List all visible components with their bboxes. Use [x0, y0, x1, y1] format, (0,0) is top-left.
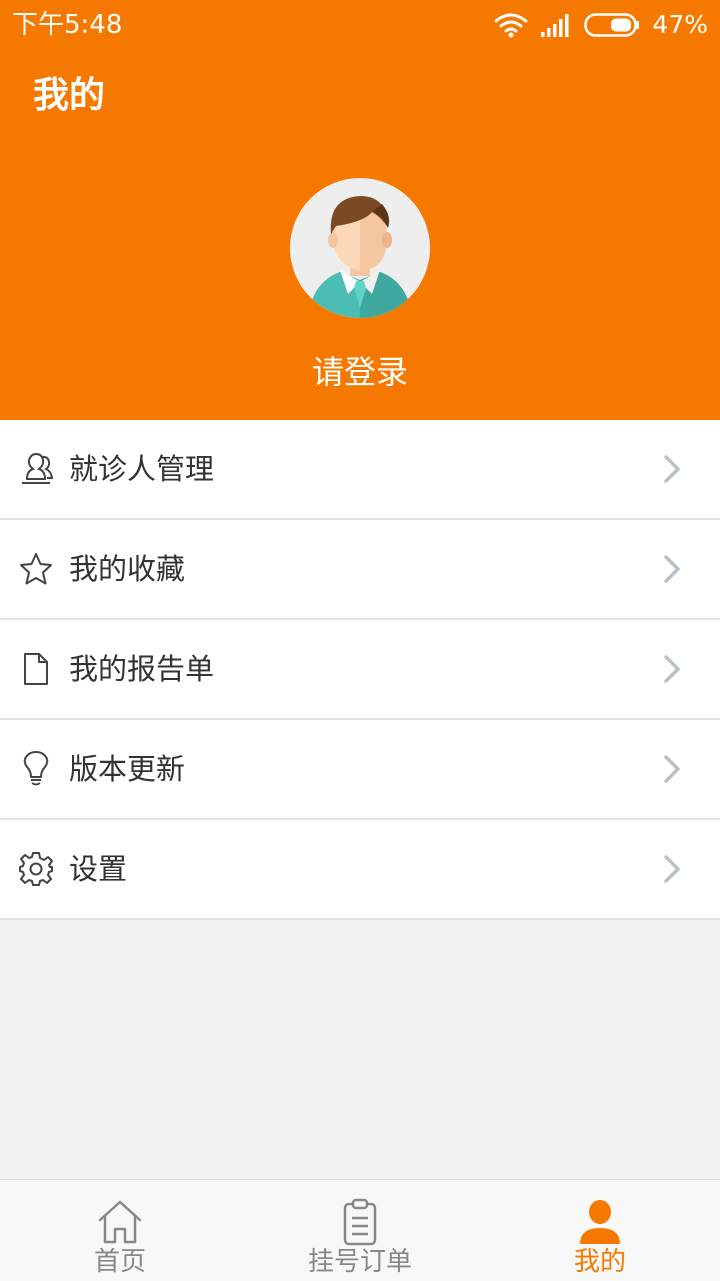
- menu-item-patient-management[interactable]: 就诊人管理: [0, 420, 720, 520]
- chevron-right-icon: [664, 455, 680, 483]
- menu-item-version-update[interactable]: 版本更新: [0, 720, 720, 820]
- menu-item-label: 我的报告单: [69, 652, 215, 686]
- wifi-icon: [494, 13, 528, 38]
- patients-icon: [22, 452, 54, 484]
- clipboard-icon: [343, 1198, 377, 1246]
- tab-label: 首页: [93, 1247, 146, 1277]
- menu-item-label: 设置: [69, 852, 128, 886]
- tab-mine[interactable]: 我的: [480, 1180, 720, 1281]
- profile-header: 下午5:48 47% 我的 请登录: [0, 0, 720, 420]
- menu-item-label: 我的收藏: [69, 552, 186, 586]
- battery-percentage: 47%: [652, 10, 708, 39]
- page-title: 我的: [33, 75, 106, 116]
- menu-item-label: 版本更新: [69, 752, 186, 786]
- avatar[interactable]: [290, 178, 430, 318]
- menu-item-label: 就诊人管理: [69, 452, 215, 486]
- tab-label: 挂号订单: [307, 1247, 412, 1277]
- signal-icon: [541, 14, 569, 37]
- menu-item-settings[interactable]: 设置: [0, 820, 720, 920]
- login-link[interactable]: 请登录: [0, 352, 720, 392]
- avatar-illustration: [290, 178, 430, 318]
- tab-label: 我的: [573, 1247, 626, 1277]
- chevron-right-icon: [664, 755, 680, 783]
- chevron-right-icon: [664, 655, 680, 683]
- chevron-right-icon: [664, 555, 680, 583]
- lightbulb-icon: [23, 751, 49, 786]
- star-icon: [20, 553, 52, 585]
- status-indicators: 47%: [494, 8, 708, 42]
- menu-item-my-reports[interactable]: 我的报告单: [0, 620, 720, 720]
- bottom-tab-bar: 首页 挂号订单 我的: [0, 1179, 720, 1281]
- document-icon: [24, 653, 48, 685]
- chevron-right-icon: [664, 855, 680, 883]
- gear-icon: [19, 852, 53, 886]
- tab-registration-orders[interactable]: 挂号订单: [240, 1180, 480, 1281]
- user-icon: [580, 1200, 620, 1244]
- home-icon: [98, 1200, 142, 1244]
- status-bar: 下午5:48 47%: [0, 0, 720, 50]
- tab-home[interactable]: 首页: [0, 1180, 240, 1281]
- battery-icon: [584, 13, 640, 37]
- status-time: 下午5:48: [12, 10, 123, 40]
- menu-list: 就诊人管理 我的收藏 我的报告单 版本更新 设置: [0, 420, 720, 920]
- menu-item-my-favorites[interactable]: 我的收藏: [0, 520, 720, 620]
